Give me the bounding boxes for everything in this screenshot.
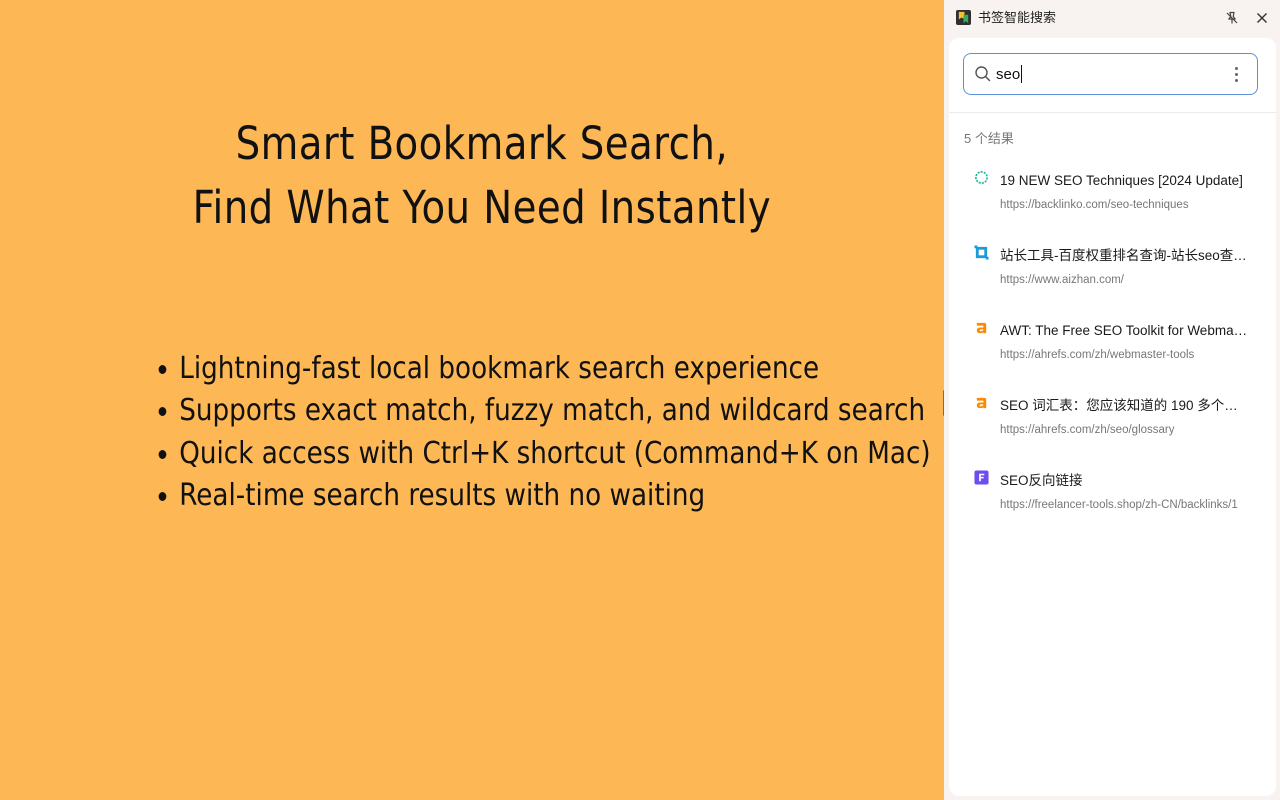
more-vertical-icon: [1234, 78, 1238, 82]
side-panel: 书签智能搜索 seo 5 个结果 19 NEW SEO Techniques […: [944, 0, 1280, 800]
result-title: 站长工具-百度权重排名查询-站长seo查询-爱站网: [1000, 248, 1250, 263]
result-url: https://ahrefs.com/zh/webmaster-tools: [1000, 349, 1195, 361]
result-count: 5 个结果: [964, 131, 1014, 146]
result-url: https://backlinko.com/seo-techniques: [1000, 199, 1189, 211]
more-vertical-icon: [1234, 72, 1238, 76]
feature-text: Lightning-fast local bookmark search exp…: [179, 351, 820, 386]
promo-title: Smart Bookmark Search, Find What You Nee…: [67, 112, 896, 240]
panel-header: 书签智能搜索: [944, 0, 1280, 36]
feature-item: Quick access with Ctrl+K shortcut (Comma…: [150, 433, 931, 475]
result-title: SEO 词汇表：您应该知道的 190 多个术语和定义: [1000, 398, 1250, 413]
bullet-icon: [158, 407, 167, 417]
backlinko-favicon-icon: [975, 171, 988, 184]
feature-text: Supports exact match, fuzzy match, and w…: [179, 393, 926, 429]
result-title: 19 NEW SEO Techniques [2024 Update]: [1000, 173, 1243, 188]
feature-item: Lightning-fast local bookmark search exp…: [150, 348, 931, 390]
result-url: https://freelancer-tools.shop/zh-CN/back…: [1000, 499, 1238, 511]
promo-title-line-1: Smart Bookmark Search,: [235, 117, 729, 170]
bookmark-app-logo-icon: [956, 10, 971, 25]
feature-item: Supports exact match, fuzzy match, and w…: [150, 390, 931, 432]
freelancer-tools-favicon-icon: [974, 470, 989, 485]
search-icon: [975, 66, 991, 82]
result-title: AWT: The Free SEO Toolkit for Webmasters: [1000, 323, 1250, 338]
feature-text: Real-time search results with no waiting: [179, 477, 706, 513]
feature-list: Lightning-fast local bookmark search exp…: [150, 348, 931, 517]
search-menu-button[interactable]: [1226, 63, 1246, 85]
text-caret: [1021, 65, 1022, 83]
result-item[interactable]: 站长工具-百度权重排名查询-站长seo查询-爱站网 https://www.ai…: [949, 233, 1276, 308]
unpin-icon: [1226, 11, 1238, 24]
result-list: 19 NEW SEO Techniques [2024 Update] http…: [949, 158, 1276, 533]
result-item[interactable]: 19 NEW SEO Techniques [2024 Update] http…: [949, 158, 1276, 233]
result-item[interactable]: AWT: The Free SEO Toolkit for Webmasters…: [949, 308, 1276, 383]
result-item[interactable]: SEO反向链接 https://freelancer-tools.shop/zh…: [949, 458, 1276, 533]
close-button[interactable]: [1252, 8, 1272, 28]
feature-item: Real-time search results with no waiting: [150, 475, 931, 517]
bullet-icon: [158, 365, 167, 374]
search-box[interactable]: [963, 53, 1258, 95]
close-icon: [1257, 13, 1267, 23]
feature-text: Quick access with Ctrl+K shortcut (Comma…: [179, 435, 931, 471]
unpin-button[interactable]: [1222, 8, 1242, 28]
aizhan-favicon-icon: [974, 245, 989, 260]
panel-body: 5 个结果 19 NEW SEO Techniques [2024 Update…: [949, 38, 1276, 796]
bullet-icon: [158, 449, 167, 459]
more-vertical-icon: [1234, 66, 1238, 70]
bullet-icon: [158, 491, 167, 501]
promo-area: Smart Bookmark Search, Find What You Nee…: [0, 0, 944, 800]
result-item[interactable]: SEO 词汇表：您应该知道的 190 多个术语和定义 https://ahref…: [949, 383, 1276, 458]
search-area: [949, 38, 1276, 113]
ahrefs-favicon-icon: [976, 397, 987, 409]
result-url: https://ahrefs.com/zh/seo/glossary: [1000, 424, 1175, 436]
promo-title-line-2: Find What You Need Instantly: [192, 181, 772, 234]
app-title: 书签智能搜索: [978, 10, 1057, 25]
result-title: SEO反向链接: [1000, 473, 1083, 488]
result-url: https://www.aizhan.com/: [1000, 274, 1124, 286]
ahrefs-favicon-icon: [976, 322, 987, 334]
search-input[interactable]: [996, 62, 1216, 86]
